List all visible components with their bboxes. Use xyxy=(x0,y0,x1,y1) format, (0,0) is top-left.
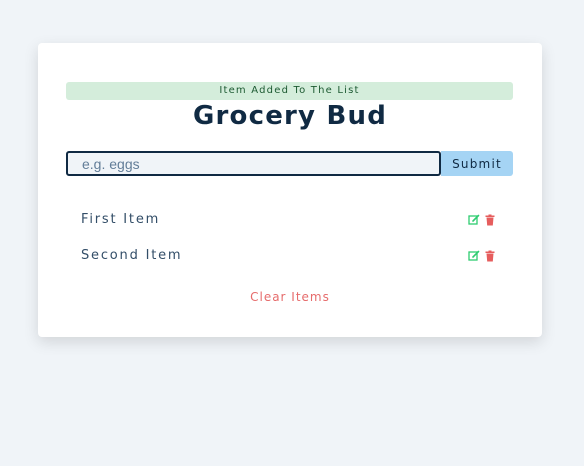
trash-icon xyxy=(484,250,496,262)
edit-icon xyxy=(468,250,480,262)
alert-banner: Item Added To The List xyxy=(66,82,513,100)
edit-button[interactable] xyxy=(468,214,480,226)
delete-button[interactable] xyxy=(484,214,496,226)
list-item: First Item xyxy=(66,208,513,232)
item-input[interactable] xyxy=(66,151,441,176)
edit-button[interactable] xyxy=(468,250,480,262)
trash-icon xyxy=(484,214,496,226)
page-title: Grocery Bud xyxy=(192,101,388,131)
submit-button[interactable]: Submit xyxy=(441,151,513,176)
list-item: Second Item xyxy=(66,244,513,268)
delete-button[interactable] xyxy=(484,250,496,262)
edit-icon xyxy=(468,214,480,226)
grocery-form: Submit xyxy=(66,151,513,176)
grocery-card: Item Added To The List Grocery Bud Submi… xyxy=(38,43,542,337)
item-label: First Item xyxy=(81,212,161,227)
clear-items-button[interactable]: Clear Items xyxy=(38,290,542,304)
item-label: Second Item xyxy=(81,248,183,263)
